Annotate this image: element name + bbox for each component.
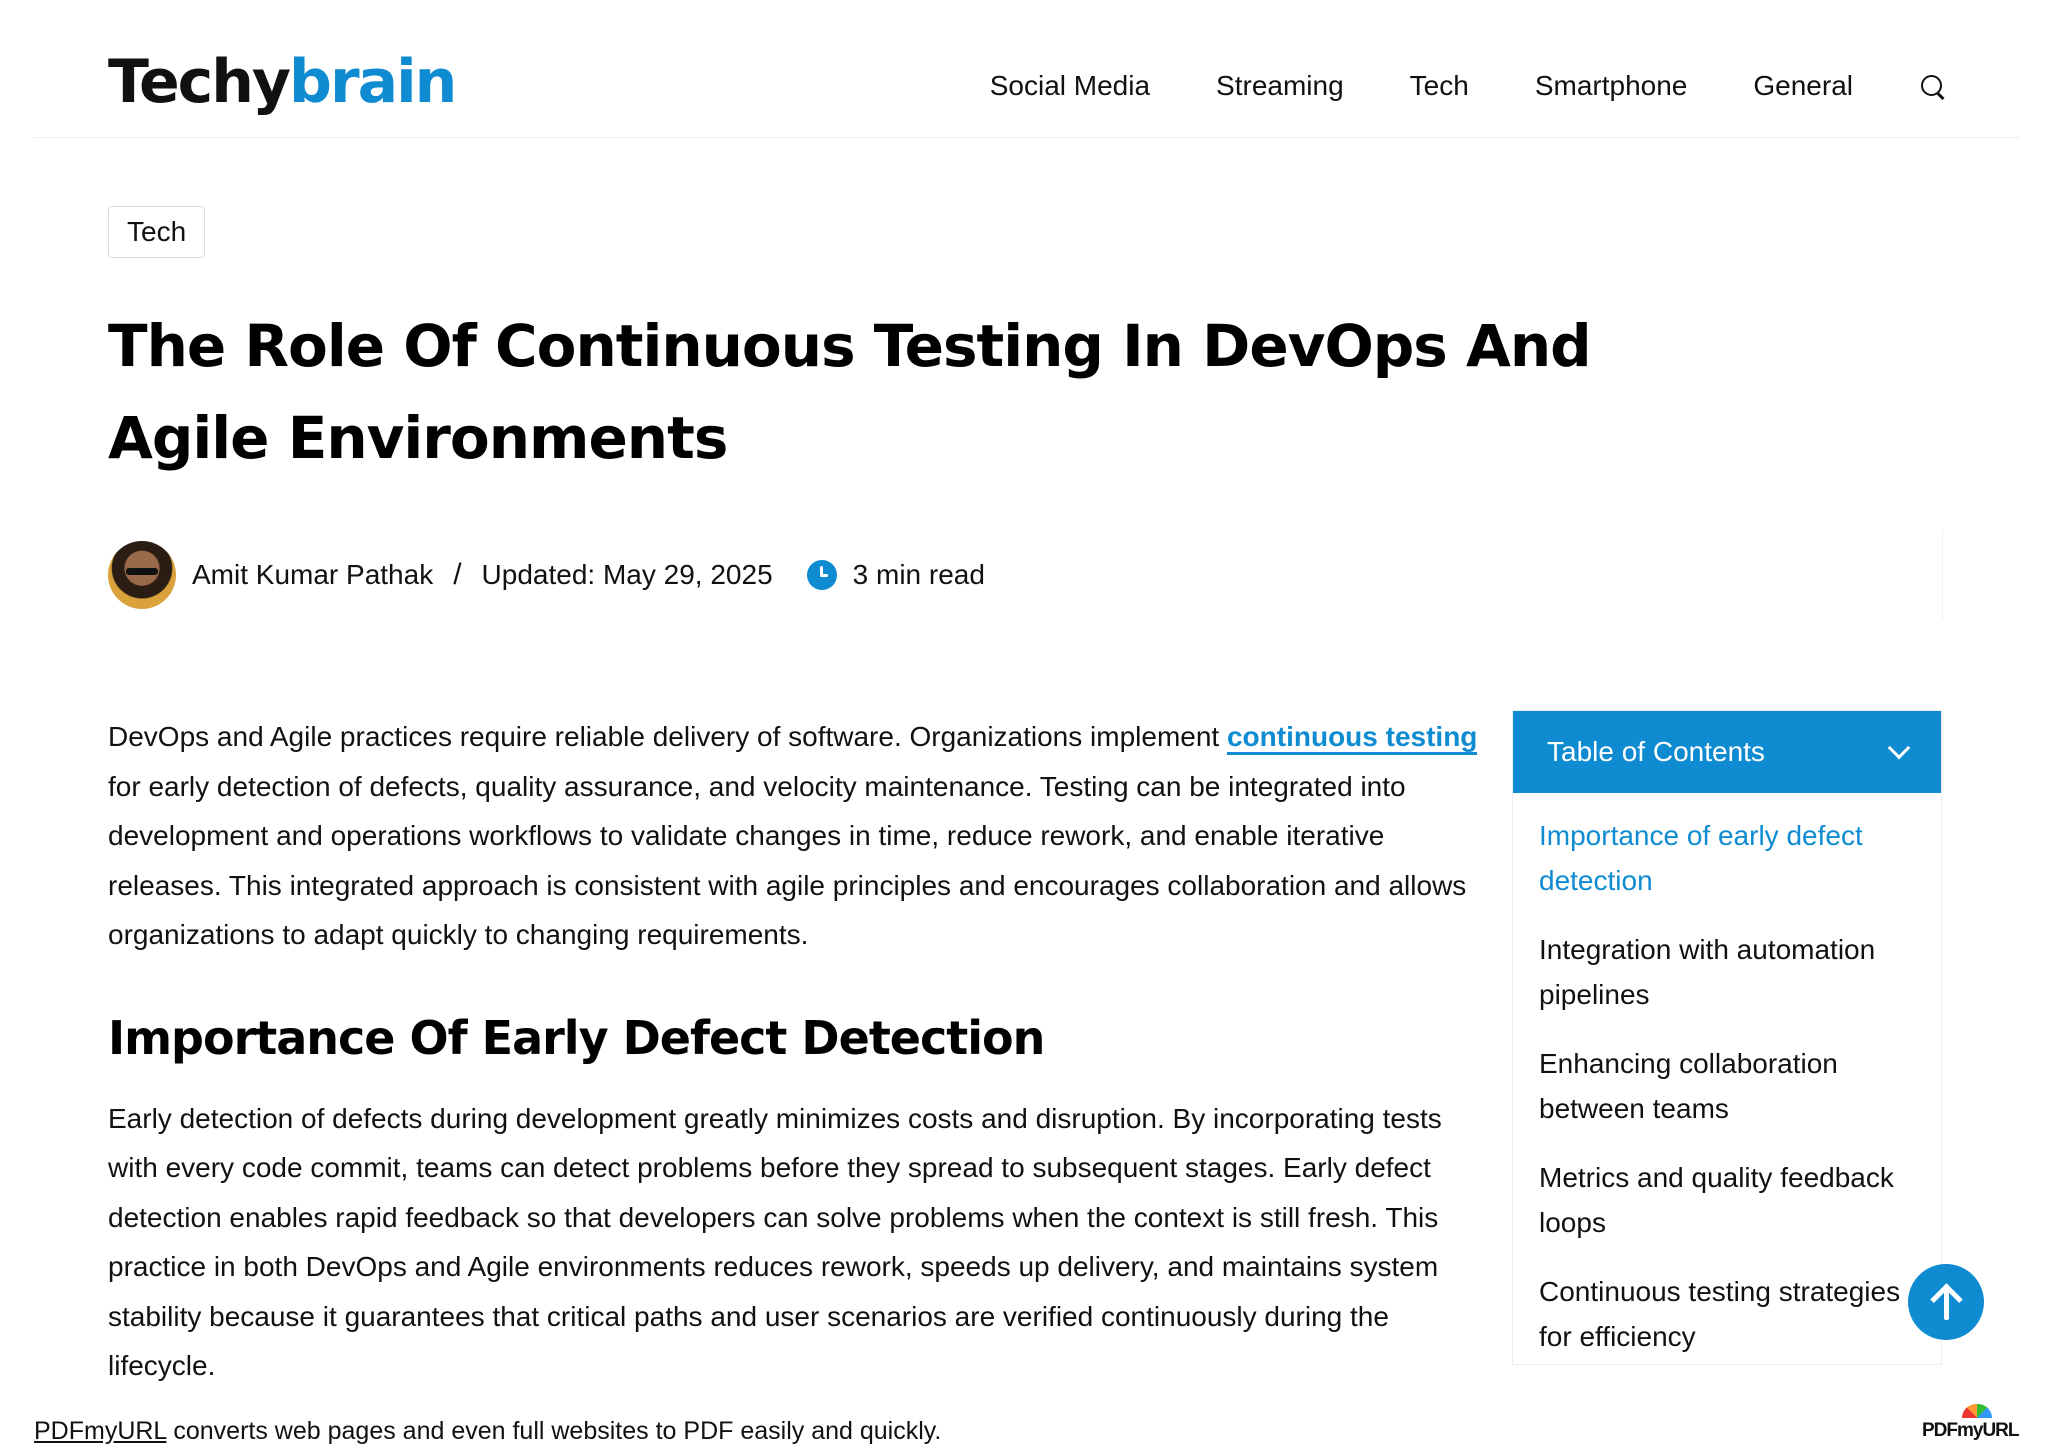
search-icon[interactable] [1919, 73, 1945, 99]
nav-item-smartphone[interactable]: Smartphone [1535, 62, 1688, 110]
updated-date: Updated: May 29, 2025 [481, 559, 773, 590]
category-badge[interactable]: Tech [108, 206, 206, 258]
site-header: Techybrain Social Media Streaming Tech S… [34, 0, 2019, 138]
pdfmyurl-link[interactable]: PDFmyURL [34, 1417, 166, 1445]
pdfmyurl-logo-text: PDFmyURL [1922, 1420, 2020, 1441]
section-paragraph: Early detection of defects during develo… [108, 1102, 1442, 1382]
toc-list: Importance of early defect detection Int… [1513, 793, 1941, 1359]
toc-item-metrics-feedback[interactable]: Metrics and quality feedback loops [1539, 1155, 1915, 1245]
toc-title: Table of Contents [1547, 736, 1765, 767]
toc-item-early-defect-detection[interactable]: Importance of early defect detection [1539, 813, 1915, 903]
toc-header[interactable]: Table of Contents [1513, 711, 1941, 793]
read-time: 3 min read [852, 559, 985, 590]
nav-item-general[interactable]: General [1753, 62, 1853, 110]
article-meta: Amit Kumar Pathak / Updated: May 29, 202… [108, 530, 1943, 620]
continuous-testing-link[interactable]: continuous testing [1226, 721, 1478, 755]
nav-item-streaming[interactable]: Streaming [1216, 62, 1344, 110]
pdfmyurl-logo-icon [1962, 1404, 1992, 1418]
pdfmyurl-logo[interactable]: PDFmyURL [1922, 1404, 2020, 1444]
intro-text-after: for early detection of defects, quality … [108, 770, 1467, 951]
meta-separator: / [453, 558, 462, 591]
table-of-contents: Table of Contents Importance of early de… [1512, 710, 1942, 1365]
article-body: DevOps and Agile practices require relia… [108, 712, 1478, 1391]
article-title: The Role Of Continuous Testing In DevOps… [108, 312, 1592, 472]
site-logo[interactable]: Techybrain [108, 46, 457, 118]
clock-icon [806, 560, 837, 590]
main-nav: Social Media Streaming Tech Smartphone G… [924, 62, 1945, 110]
logo-text-techy: Techy [108, 47, 291, 117]
intro-paragraph: DevOps and Agile practices require relia… [108, 712, 1478, 960]
chevron-down-icon[interactable] [1887, 736, 1911, 760]
section-heading-early-defect-detection: Importance Of Early Defect Detection [108, 1010, 1045, 1065]
toc-item-collaboration[interactable]: Enhancing collaboration between teams [1539, 1041, 1915, 1131]
toc-item-testing-strategies[interactable]: Continuous testing strategies for effici… [1539, 1269, 1915, 1359]
nav-item-social-media[interactable]: Social Media [990, 62, 1150, 110]
scroll-to-top-button[interactable] [1908, 1264, 1984, 1340]
pdfmyurl-text: converts web pages and even full website… [166, 1417, 942, 1445]
pdfmyurl-footer: PDFmyURL converts web pages and even ful… [34, 1414, 941, 1448]
intro-text-before: DevOps and Agile practices require relia… [108, 721, 1227, 752]
nav-item-tech[interactable]: Tech [1410, 62, 1469, 110]
author-name[interactable]: Amit Kumar Pathak [192, 559, 433, 591]
logo-text-brain: brain [289, 47, 457, 117]
author-avatar[interactable] [108, 541, 176, 609]
toc-item-automation-pipelines[interactable]: Integration with automation pipelines [1539, 927, 1915, 1017]
